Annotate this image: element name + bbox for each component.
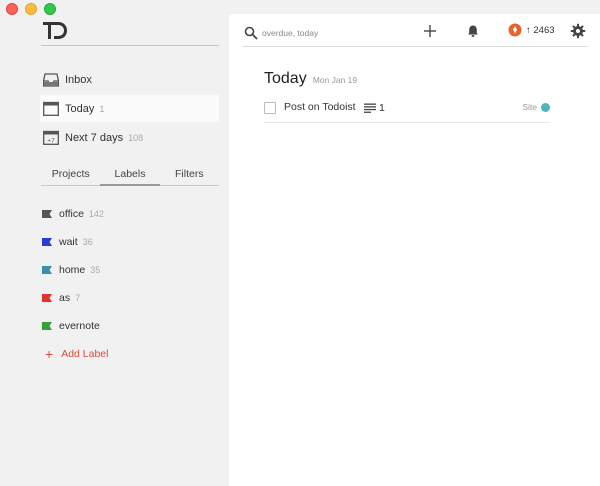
sidebar-item-next-7-days[interactable]: +7 Next 7 days 108 — [40, 124, 219, 151]
label-count: 35 — [90, 265, 101, 275]
add-task-button[interactable] — [422, 22, 438, 40]
gear-icon[interactable] — [570, 23, 586, 39]
sidebar-item-label: Next 7 days — [65, 131, 124, 144]
task-content[interactable]: Post on Todoist — [284, 101, 356, 113]
karma-score: ↑ 2463 — [526, 24, 555, 36]
notes-count: 1 — [379, 102, 385, 114]
label-name: evernote — [59, 320, 100, 332]
label-list: office 142 wait 36 home 35 as 7 evernote — [42, 200, 218, 368]
sidebar-item-label: Inbox — [65, 73, 92, 86]
sidebar-tabs: Projects Labels Filters — [41, 166, 219, 186]
sidebar-item-label: Today — [65, 102, 95, 115]
svg-text:+7: +7 — [47, 138, 55, 145]
logo-divider — [41, 45, 219, 46]
search-input[interactable] — [262, 25, 402, 41]
project-color-dot — [541, 102, 550, 112]
label-item-home[interactable]: home 35 — [42, 256, 218, 284]
label-item-evernote[interactable]: evernote — [42, 312, 218, 340]
label-item-wait[interactable]: wait 36 — [42, 228, 218, 256]
app-window: Inbox Today 1 +7 Next 7 days 108 Project… — [0, 0, 600, 486]
sidebar: Inbox Today 1 +7 Next 7 days 108 Project… — [0, 0, 228, 486]
label-name: wait — [59, 236, 78, 248]
label-name: as — [59, 292, 71, 304]
karma-badge-icon — [508, 23, 522, 37]
label-count: 36 — [82, 237, 93, 247]
label-tag-icon — [42, 322, 52, 330]
plus-icon: + — [45, 346, 54, 362]
sidebar-item-count: 108 — [128, 132, 144, 143]
label-tag-icon — [42, 210, 52, 218]
notes-icon — [364, 103, 376, 113]
label-tag-icon — [42, 294, 52, 302]
task-project[interactable]: Site — [522, 102, 550, 112]
project-name: Site — [522, 102, 537, 112]
view-header: Today Mon Jan 19 — [264, 70, 357, 88]
label-item-as[interactable]: as 7 — [42, 284, 218, 312]
calendar-plus7-icon: +7 — [43, 130, 59, 146]
label-name: home — [59, 264, 86, 276]
tab-projects[interactable]: Projects — [41, 166, 100, 185]
tab-filters[interactable]: Filters — [160, 166, 219, 185]
label-item-office[interactable]: office 142 — [42, 200, 218, 228]
sidebar-item-today[interactable]: Today 1 — [40, 95, 219, 122]
label-count: 7 — [75, 293, 81, 303]
search-icon — [244, 26, 258, 40]
toolbar: ↑ 2463 — [242, 22, 588, 47]
view-date: Mon Jan 19 — [312, 75, 358, 85]
label-count: 142 — [88, 209, 104, 219]
sidebar-item-inbox[interactable]: Inbox — [40, 66, 219, 93]
karma-indicator[interactable]: ↑ 2463 — [508, 23, 555, 37]
main-panel: ↑ 2463 Today Mon Jan 19 — [229, 14, 600, 486]
add-label-button[interactable]: + Add Label — [42, 340, 218, 368]
sidebar-nav: Inbox Today 1 +7 Next 7 days 108 — [40, 66, 219, 153]
tab-labels[interactable]: Labels — [100, 166, 160, 186]
task-item[interactable]: Post on Todoist 1 Site — [264, 97, 550, 123]
page-title: Today — [264, 70, 307, 87]
calendar-icon — [43, 101, 59, 117]
plus-icon — [424, 25, 436, 37]
label-name: office — [59, 208, 84, 220]
label-tag-icon — [42, 238, 52, 246]
add-label-text: Add Label — [61, 348, 109, 360]
app-logo-icon — [43, 22, 67, 39]
task-checkbox[interactable] — [264, 102, 276, 114]
inbox-icon — [43, 72, 59, 88]
bell-icon[interactable] — [466, 24, 480, 38]
task-notes[interactable]: 1 — [364, 102, 385, 114]
label-tag-icon — [42, 266, 52, 274]
sidebar-item-count: 1 — [99, 103, 105, 114]
